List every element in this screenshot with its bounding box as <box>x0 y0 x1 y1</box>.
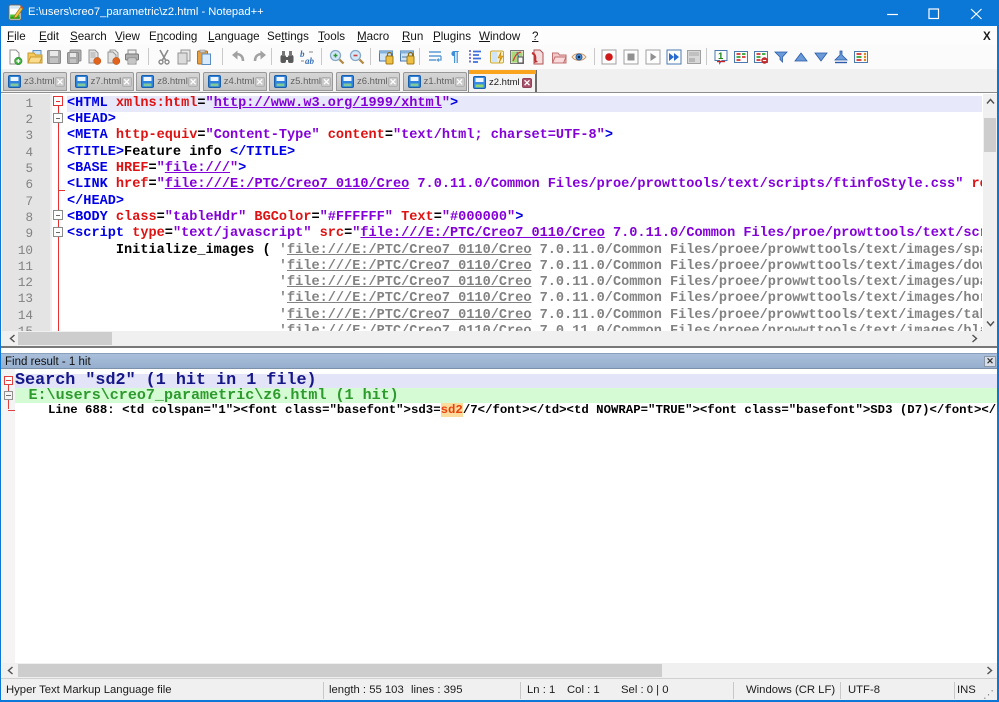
svg-text:ab: ab <box>305 56 315 65</box>
svg-text:1: 1 <box>718 51 724 62</box>
